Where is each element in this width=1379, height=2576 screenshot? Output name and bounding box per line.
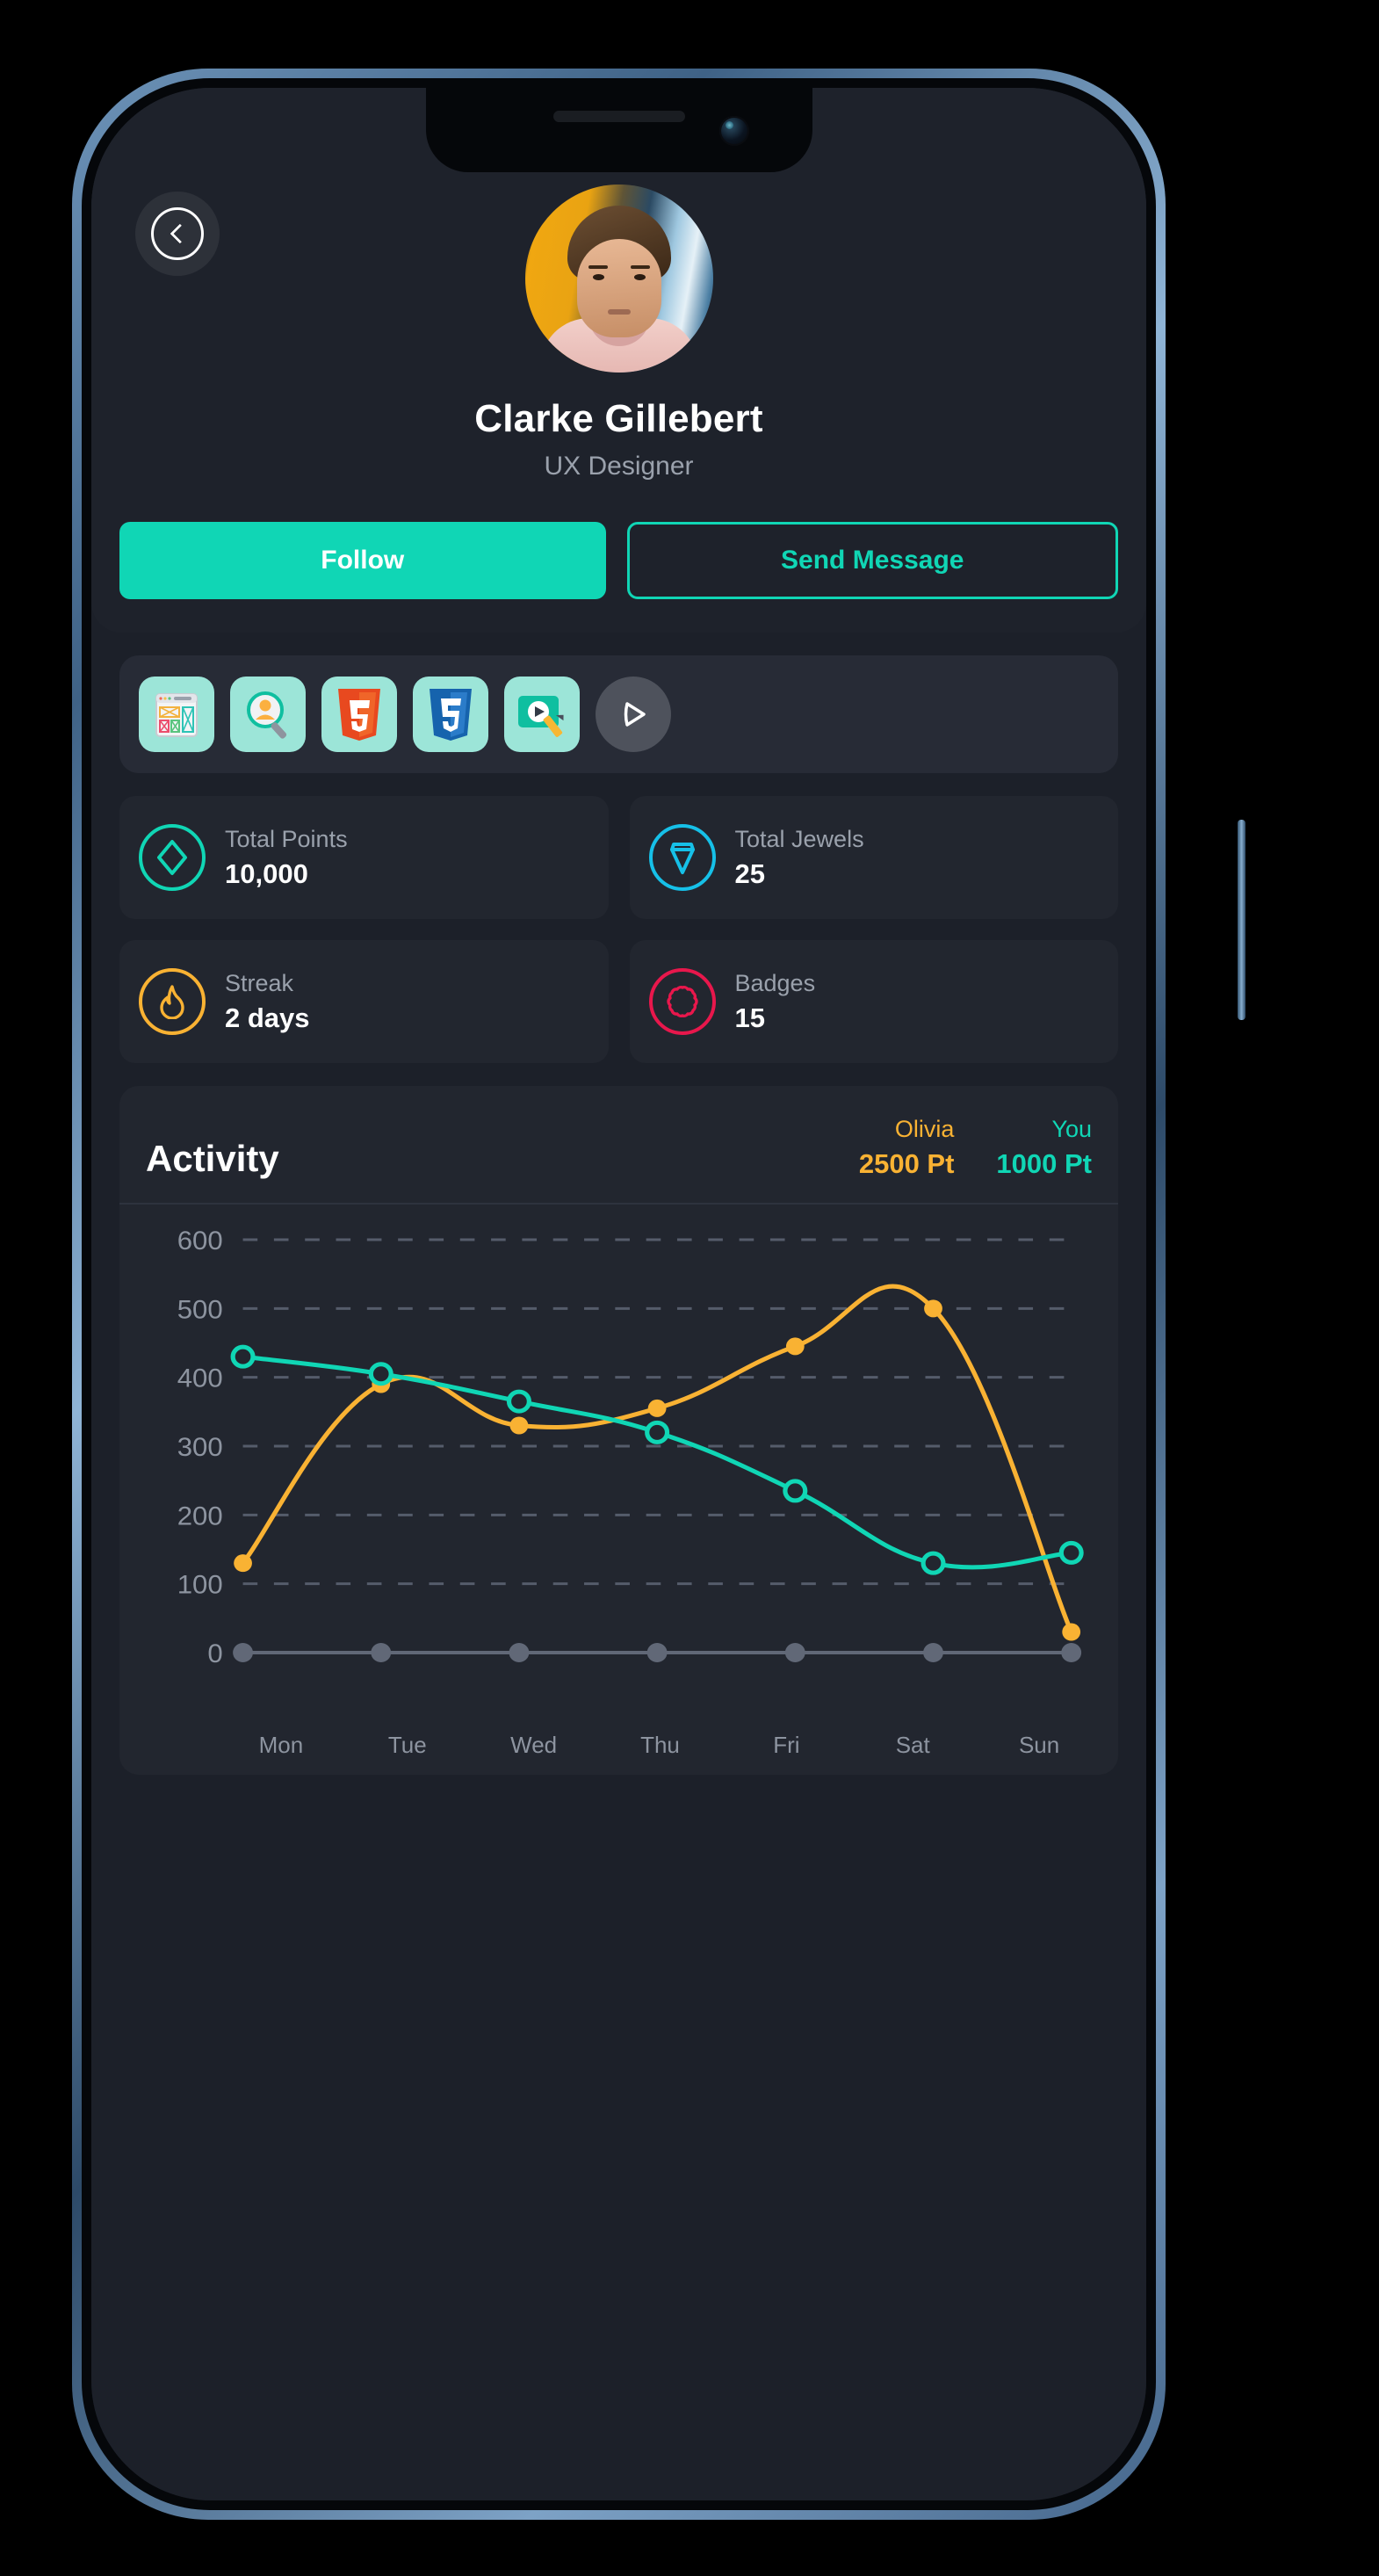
profile-actions: Follow Send Message bbox=[91, 481, 1146, 599]
front-camera-icon bbox=[718, 116, 749, 146]
data-point-olivia bbox=[234, 1554, 252, 1573]
notch bbox=[425, 88, 812, 172]
activity-header: Activity Olivia 2500 Pt You 1000 Pt bbox=[119, 1086, 1118, 1205]
phone-bezel: Clarke Gillebert UX Designer Follow Send… bbox=[82, 78, 1156, 2510]
x-label: Mon bbox=[258, 1732, 304, 1758]
data-point-you bbox=[783, 1479, 808, 1503]
magnifier-user-icon bbox=[247, 691, 287, 739]
chevron-left-icon bbox=[151, 207, 204, 260]
activity-legend: Olivia 2500 Pt You 1000 Pt bbox=[859, 1116, 1092, 1180]
html5-badge[interactable] bbox=[321, 677, 397, 752]
data-point-you bbox=[921, 1551, 946, 1575]
play-arrow-icon bbox=[624, 702, 646, 727]
legend-you: You 1000 Pt bbox=[996, 1116, 1092, 1180]
series-line-olivia bbox=[240, 1284, 1074, 1634]
data-point-you bbox=[506, 1389, 531, 1414]
y-tick-label: 600 bbox=[177, 1226, 223, 1255]
y-tick-label: 200 bbox=[177, 1501, 223, 1530]
send-message-button[interactable]: Send Message bbox=[626, 522, 1118, 599]
phone-frame: Clarke Gillebert UX Designer Follow Send… bbox=[72, 69, 1245, 2520]
x-axis-dot bbox=[371, 1643, 392, 1662]
diamond-icon bbox=[139, 824, 206, 891]
next-badge-button[interactable] bbox=[596, 677, 671, 752]
power-button[interactable] bbox=[1238, 820, 1245, 1020]
y-tick-label: 0 bbox=[207, 1639, 222, 1668]
data-point-olivia bbox=[509, 1416, 529, 1435]
y-tick-label: 500 bbox=[177, 1295, 223, 1324]
stat-value: 25 bbox=[734, 857, 765, 889]
rosette-icon bbox=[648, 968, 716, 1035]
avatar[interactable] bbox=[524, 185, 713, 373]
y-tick-label: 300 bbox=[177, 1433, 223, 1462]
data-point-olivia bbox=[785, 1337, 805, 1356]
data-point-olivia bbox=[647, 1399, 667, 1417]
screenshot-stage: Clarke Gillebert UX Designer Follow Send… bbox=[0, 0, 1379, 2576]
x-axis-dot bbox=[233, 1643, 253, 1662]
data-point-olivia bbox=[1062, 1623, 1081, 1641]
phone-screen: Clarke Gillebert UX Designer Follow Send… bbox=[91, 88, 1146, 2500]
flame-icon bbox=[139, 968, 206, 1035]
x-axis-dot bbox=[646, 1643, 668, 1662]
earpiece-speaker bbox=[552, 111, 685, 122]
legend-name: Olivia bbox=[894, 1116, 955, 1142]
x-axis-dot bbox=[509, 1643, 530, 1662]
page-title: Clarke Gillebert bbox=[474, 397, 763, 440]
stat-value: 2 days bbox=[225, 1002, 310, 1033]
stat-total-points[interactable]: Total Points 10,000 bbox=[119, 796, 609, 919]
activity-chart: 0 100 200 300 400 500 600 bbox=[119, 1205, 1118, 1732]
chart-svg: 0 100 200 300 400 500 600 bbox=[177, 1226, 1084, 1668]
y-tick-label: 400 bbox=[177, 1364, 223, 1393]
legend-value: 2500 Pt bbox=[858, 1148, 955, 1179]
x-label: Fri bbox=[773, 1732, 800, 1758]
stat-value: 10,000 bbox=[225, 857, 308, 889]
x-label: Wed bbox=[510, 1732, 558, 1758]
x-axis-dot bbox=[923, 1643, 943, 1662]
wireframe-icon bbox=[155, 693, 198, 737]
legend-olivia: Olivia 2500 Pt bbox=[859, 1116, 955, 1180]
stat-label: Total Jewels bbox=[734, 825, 864, 852]
series-line-you bbox=[240, 1354, 1074, 1570]
stats-grid: Total Points 10,000 Total Jewels 25 Stre… bbox=[119, 796, 1118, 1063]
x-axis-dot bbox=[784, 1643, 805, 1662]
legend-value: 1000 Pt bbox=[996, 1148, 1092, 1179]
gem-icon bbox=[648, 824, 716, 891]
video-editing-badge[interactable] bbox=[504, 677, 580, 752]
legend-name: You bbox=[1051, 1116, 1092, 1142]
x-label: Thu bbox=[640, 1732, 680, 1758]
profile-role: UX Designer bbox=[544, 452, 694, 481]
x-label: Sat bbox=[895, 1732, 930, 1758]
activity-card: Activity Olivia 2500 Pt You 1000 Pt 0 10… bbox=[119, 1086, 1118, 1775]
y-tick-label: 100 bbox=[177, 1570, 223, 1599]
data-point-you bbox=[645, 1420, 670, 1444]
stat-streak[interactable]: Streak 2 days bbox=[119, 940, 609, 1063]
data-point-you bbox=[368, 1362, 393, 1386]
stat-badges[interactable]: Badges 15 bbox=[629, 940, 1118, 1063]
app-root: Clarke Gillebert UX Designer Follow Send… bbox=[91, 88, 1146, 2500]
stat-label: Total Points bbox=[225, 825, 348, 852]
html5-icon bbox=[338, 689, 380, 741]
data-point-you bbox=[1058, 1540, 1084, 1565]
css3-icon bbox=[430, 689, 472, 741]
stat-value: 15 bbox=[734, 1002, 765, 1033]
x-axis-dot bbox=[1061, 1643, 1082, 1662]
chart-x-axis-labels: Mon Tue Wed Thu Fri Sat Sun bbox=[119, 1732, 1118, 1775]
x-label: Sun bbox=[1018, 1732, 1060, 1758]
wireframe-badge[interactable] bbox=[139, 677, 214, 752]
x-label: Tue bbox=[387, 1732, 427, 1758]
user-research-badge[interactable] bbox=[230, 677, 306, 752]
back-button[interactable] bbox=[135, 192, 220, 276]
data-point-olivia bbox=[924, 1299, 942, 1318]
stat-label: Badges bbox=[734, 969, 816, 996]
video-edit-icon bbox=[518, 696, 564, 737]
activity-title: Activity bbox=[146, 1138, 279, 1179]
stat-total-jewels[interactable]: Total Jewels 25 bbox=[629, 796, 1118, 919]
data-point-you bbox=[230, 1344, 256, 1369]
css3-badge[interactable] bbox=[413, 677, 488, 752]
badges-strip bbox=[119, 655, 1118, 773]
stat-label: Streak bbox=[225, 969, 294, 996]
follow-button[interactable]: Follow bbox=[119, 522, 606, 599]
